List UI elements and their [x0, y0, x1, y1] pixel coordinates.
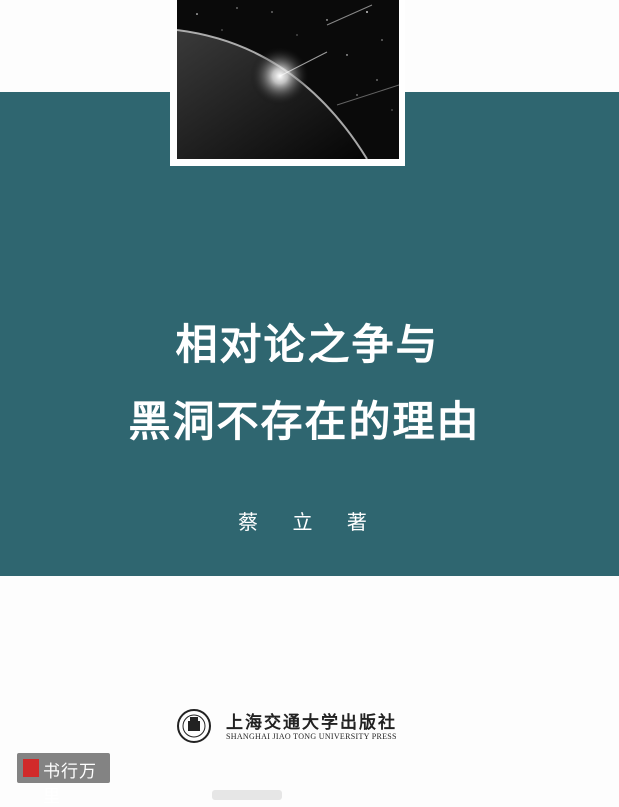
- watermark-badge: 书行万里: [17, 753, 110, 807]
- publisher-name-en: SHANGHAI JIAO TONG UNIVERSITY PRESS: [226, 732, 397, 741]
- author-line: 蔡 立 著: [238, 510, 381, 534]
- book-title-line-2: 黑洞不存在的理由: [128, 397, 481, 446]
- watermark-seal-icon: [23, 759, 39, 777]
- scan-smudge: [212, 790, 282, 800]
- publisher-name-cn: 上海交通大学出版社: [226, 713, 397, 733]
- university-seal-icon: [177, 709, 211, 743]
- space-planet-image: [177, 0, 399, 159]
- book-title-line-1: 相对论之争与: [175, 320, 440, 369]
